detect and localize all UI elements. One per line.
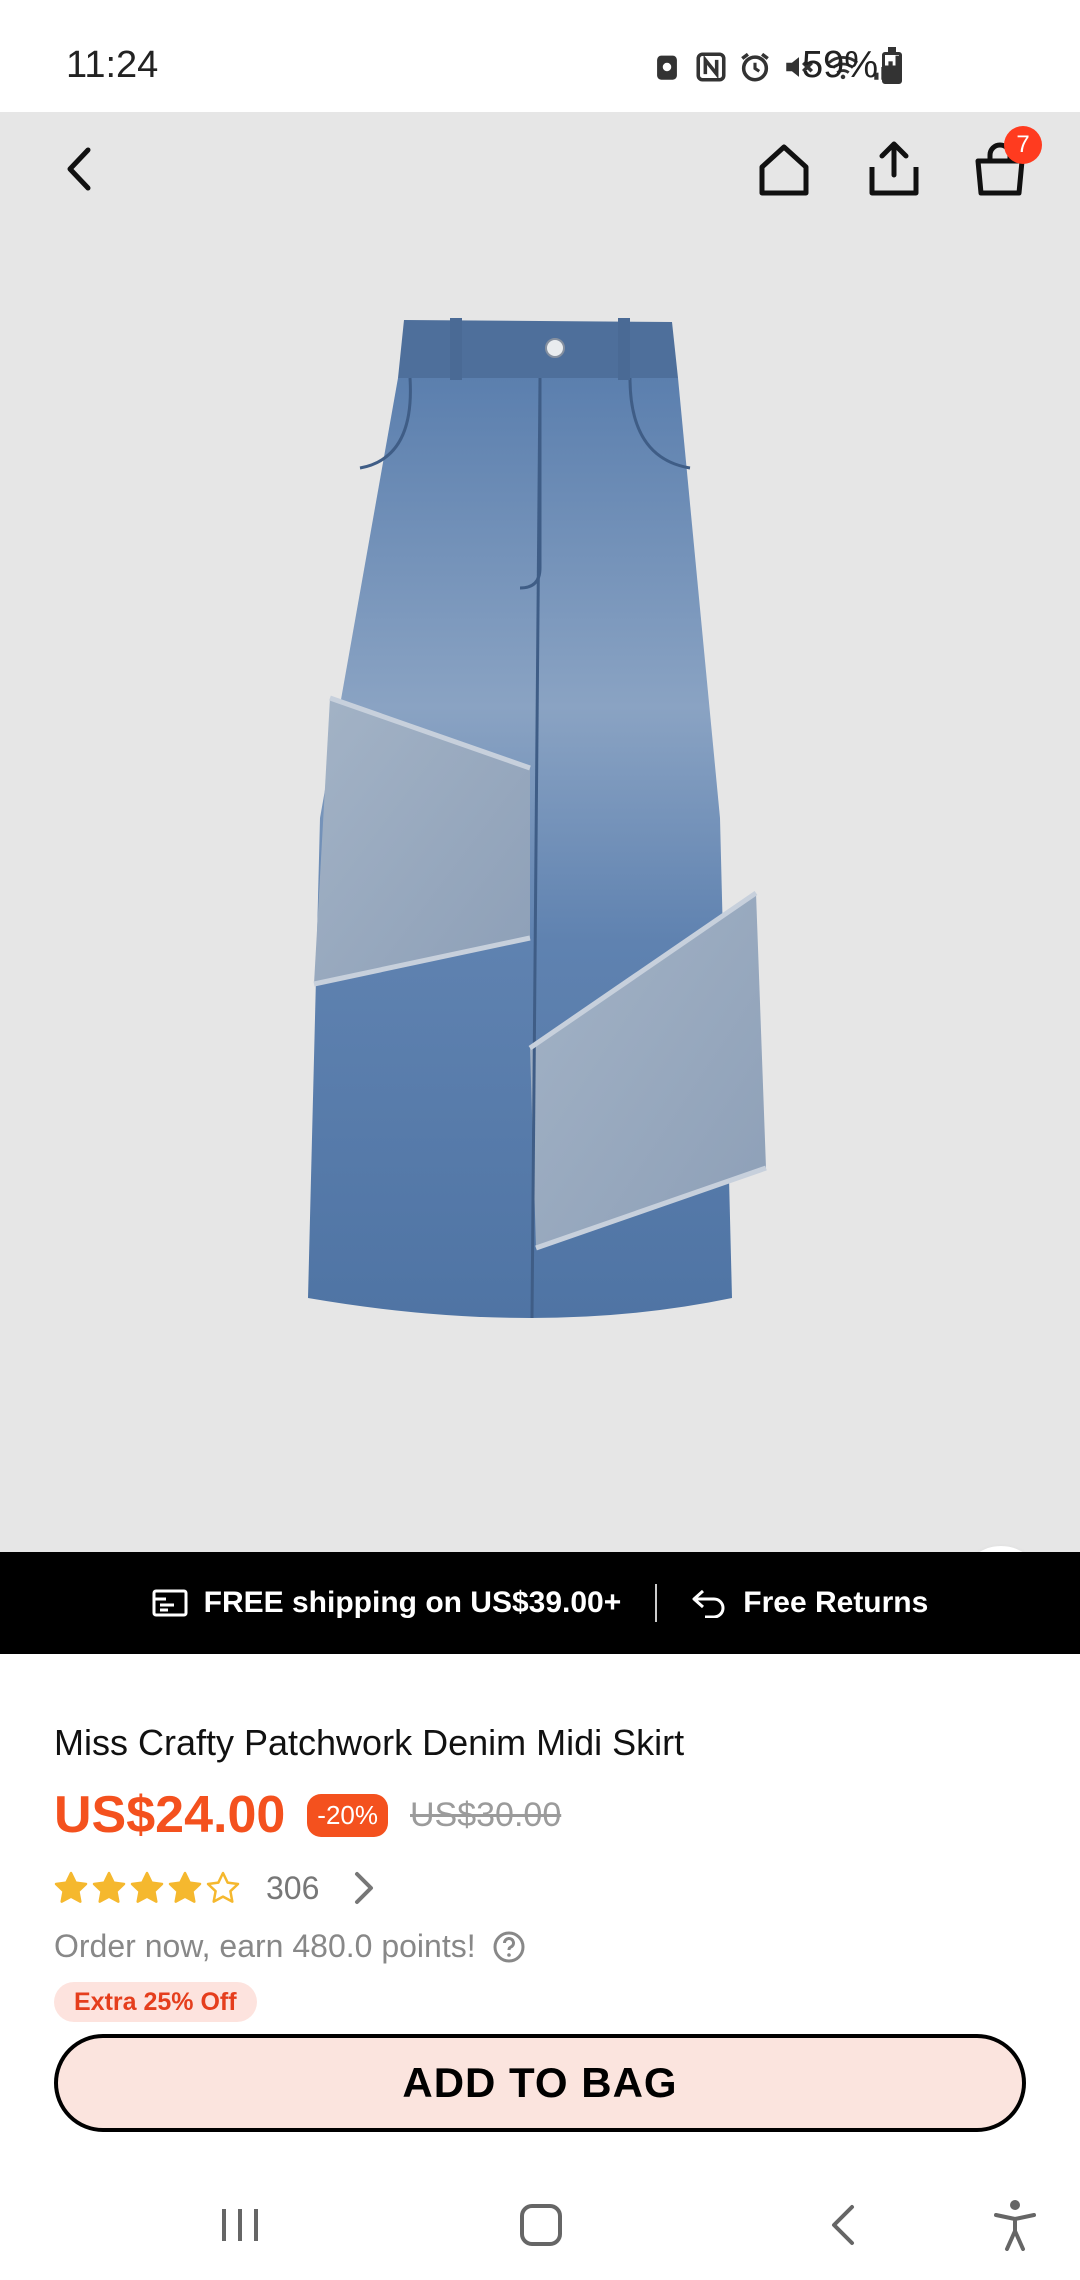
- product-image: [300, 318, 780, 1338]
- star-filled-icon: [130, 1871, 164, 1903]
- status-bar: 11:24 59%: [0, 0, 1080, 112]
- home-icon: [759, 144, 809, 196]
- star-filled-icon: [54, 1871, 88, 1903]
- home-nav-icon: [520, 2204, 562, 2246]
- free-returns-text: Free Returns: [743, 1586, 929, 1619]
- rating-row[interactable]: 306: [54, 1868, 379, 1908]
- back-button[interactable]: [40, 129, 120, 209]
- chevron-right-icon: [355, 1872, 374, 1904]
- home-button[interactable]: [744, 129, 824, 209]
- recent-apps-icon: [222, 2209, 258, 2241]
- accessibility-button[interactable]: [980, 2190, 1050, 2260]
- discount-badge: -20%: [307, 1793, 388, 1837]
- nfc-icon: [696, 52, 726, 82]
- original-price: US$30.00: [410, 1795, 562, 1834]
- alarm-icon: [741, 52, 769, 82]
- shipping-banner[interactable]: FREE shipping on US$39.00+ Free Returns: [0, 1552, 1080, 1654]
- cart-count-badge: 7: [1004, 126, 1042, 164]
- return-icon: [692, 1589, 725, 1618]
- product-gallery[interactable]: [0, 112, 1080, 1552]
- product-title: Miss Crafty Patchwork Denim Midi Skirt: [54, 1722, 685, 1763]
- denim-skirt-image: [308, 318, 767, 1319]
- star-filled-icon: [92, 1871, 126, 1903]
- star-empty-icon: [206, 1871, 240, 1903]
- system-nav-bar: [0, 2160, 1080, 2280]
- home-nav-button[interactable]: [506, 2190, 576, 2260]
- share-button[interactable]: [854, 129, 934, 209]
- battery-icon: [882, 47, 902, 84]
- divider: [655, 1584, 658, 1622]
- free-shipping-text: FREE shipping on US$39.00+: [203, 1586, 622, 1619]
- back-nav-button[interactable]: [808, 2190, 878, 2260]
- share-icon: [869, 141, 919, 196]
- recent-apps-button[interactable]: [205, 2190, 275, 2260]
- chevron-left-icon: [67, 147, 91, 191]
- rating-count: 306: [266, 1869, 320, 1906]
- sale-price: US$24.00: [54, 1786, 286, 1844]
- android-robot-icon: [657, 55, 677, 80]
- help-icon[interactable]: [492, 1930, 526, 1964]
- points-row: Order now, earn 480.0 points!: [54, 1928, 526, 1965]
- price-row: US$24.00 -20% US$30.00: [54, 1785, 561, 1845]
- add-to-bag-button[interactable]: ADD TO BAG: [54, 2034, 1026, 2132]
- rating-stars: [54, 1871, 240, 1905]
- back-nav-icon: [832, 2205, 854, 2245]
- points-text: Order now, earn 480.0 points!: [54, 1928, 476, 1964]
- shipping-icon: [152, 1589, 188, 1617]
- status-time: 11:24: [66, 44, 159, 86]
- accessibility-icon: [994, 2200, 1036, 2251]
- battery-percent: 59%: [802, 44, 879, 86]
- extra-offer-badge: Extra 25% Off: [54, 1982, 257, 2022]
- star-filled-icon: [168, 1871, 202, 1903]
